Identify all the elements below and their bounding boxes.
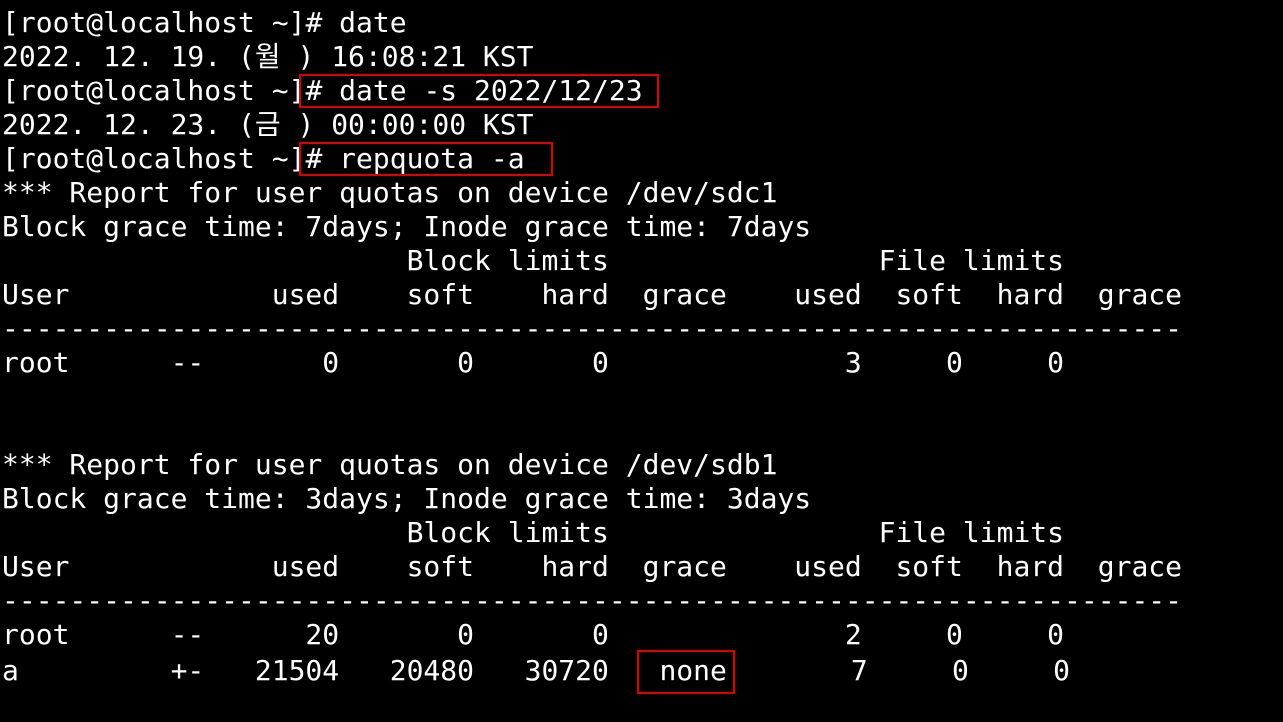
grace-time-sdb1: Block grace time: 3days; Inode grace tim… [2, 482, 812, 515]
row-suffix: 7 0 0 [732, 654, 1071, 687]
limits-header-sdb1: Block limits File limits [2, 516, 1065, 549]
highlighted-command-date-set: # date -s 2022/12/23 [299, 74, 659, 108]
shell-prompt: [root@localhost ~] [2, 6, 306, 39]
column-header-sdc1: User used soft hard grace used soft hard… [2, 278, 1183, 311]
highlighted-grace-none: none [637, 650, 735, 694]
shell-prompt: [root@localhost ~] [2, 74, 306, 107]
output-line-date: 2022. 12. 19. (월 ) 16:08:21 KST [2, 40, 534, 73]
limits-header-sdc1: Block limits File limits [2, 244, 1065, 277]
command-text: # date [305, 6, 407, 39]
highlighted-command-repquota: # repquota -a [299, 142, 553, 176]
row-prefix: a +- 21504 20480 30720 [2, 654, 660, 687]
shell-prompt: [root@localhost ~] [2, 142, 306, 175]
table-row-sdb1-a: a +- 21504 20480 30720 none 7 0 0 [2, 650, 1283, 694]
output-line-date-new: 2022. 12. 23. (금 ) 00:00:00 KST [2, 108, 534, 141]
grace-time-sdc1: Block grace time: 7days; Inode grace tim… [2, 210, 812, 243]
separator-sdc1: ----------------------------------------… [2, 312, 1183, 345]
separator-sdb1: ----------------------------------------… [2, 584, 1183, 617]
report-header-sdc1: *** Report for user quotas on device /de… [2, 176, 778, 209]
prompt-line-date-set: [root@localhost ~]# date -s 2022/12/23 [2, 74, 1283, 108]
table-row-sdb1-root: root -- 20 0 0 2 0 0 [2, 618, 1065, 651]
prompt-line-repquota: [root@localhost ~]# repquota -a [2, 142, 1283, 176]
report-header-sdb1: *** Report for user quotas on device /de… [2, 448, 778, 481]
terminal-window[interactable]: [root@localhost ~]# date 2022. 12. 19. (… [0, 0, 1283, 722]
table-row-sdc1-root: root -- 0 0 0 3 0 0 [2, 346, 1065, 379]
prompt-line-date: [root@localhost ~]# date [2, 6, 1283, 40]
column-header-sdb1: User used soft hard grace used soft hard… [2, 550, 1183, 583]
